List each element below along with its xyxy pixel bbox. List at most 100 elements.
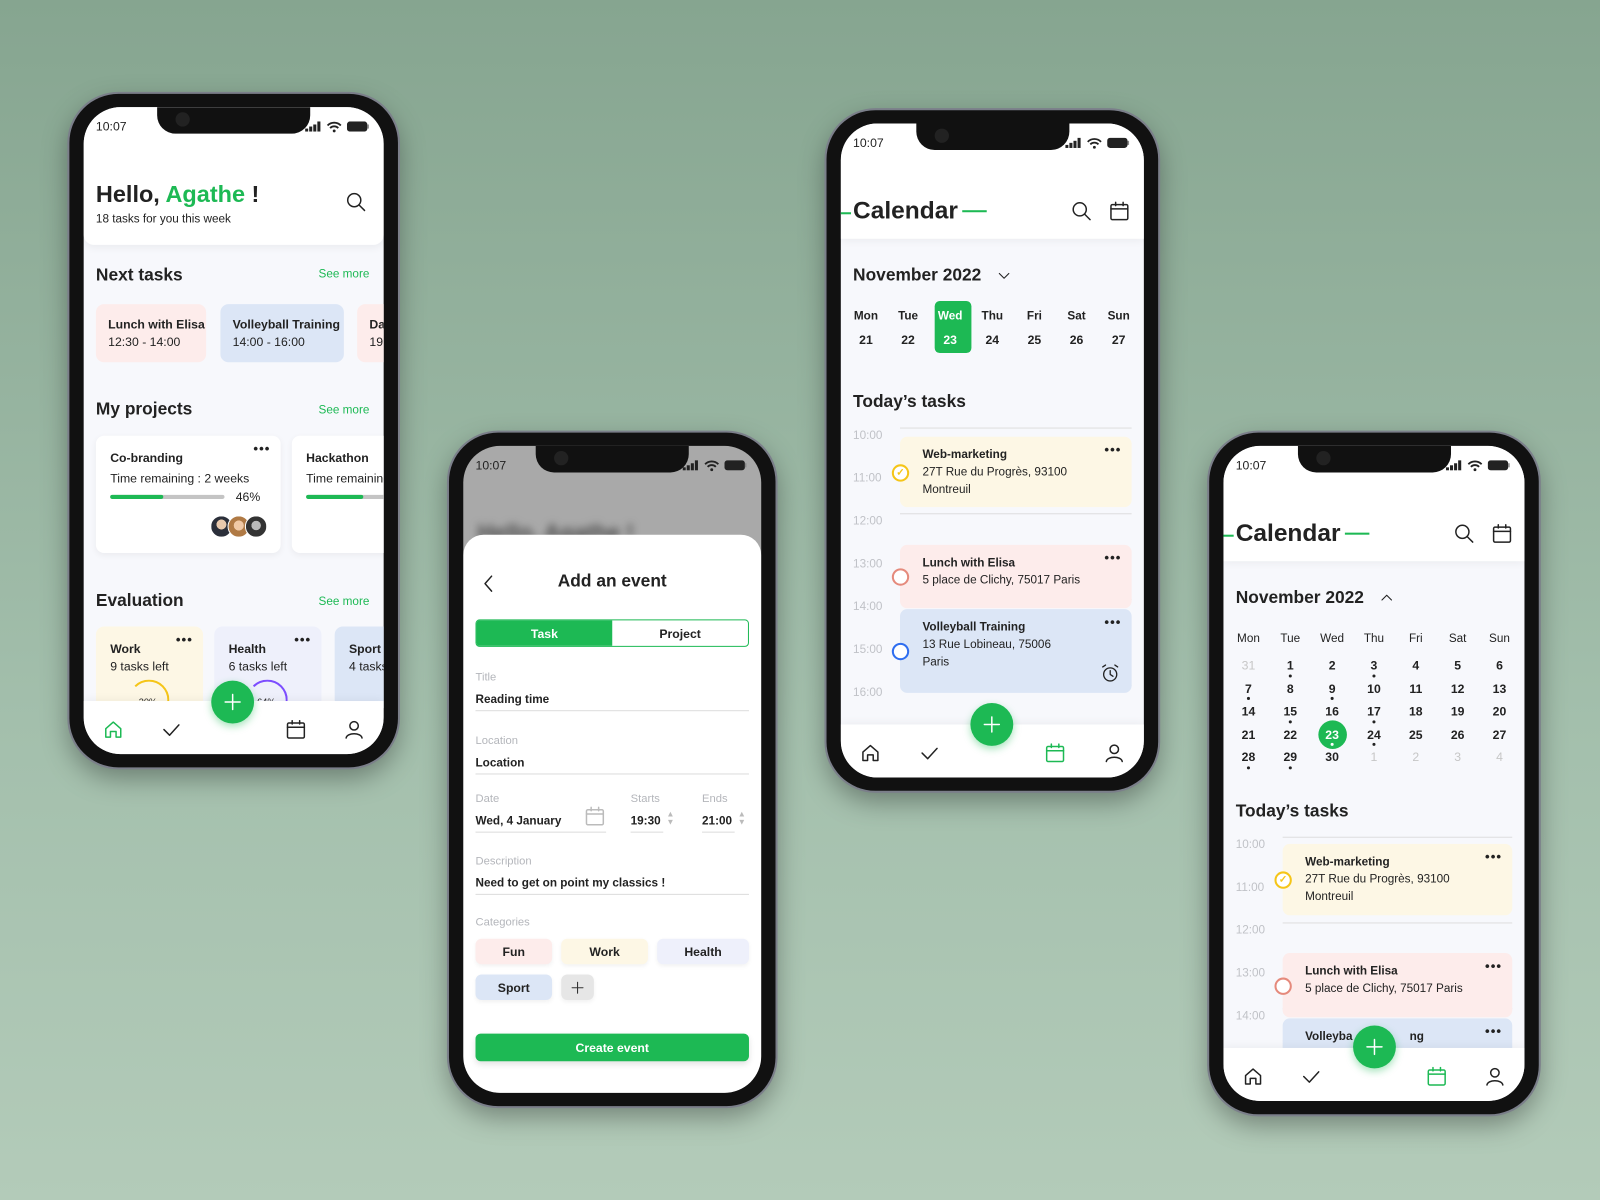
day-cell[interactable]: 24 bbox=[974, 333, 1011, 347]
project-card[interactable]: Hackathon Time remaining bbox=[291, 435, 384, 554]
next-task-card[interactable]: Da19: bbox=[357, 304, 384, 363]
day-cell[interactable]: 13 bbox=[1481, 677, 1518, 700]
create-event-button[interactable]: Create event bbox=[475, 1033, 749, 1062]
tab-task[interactable]: Task bbox=[476, 620, 613, 646]
day-cell[interactable]: 3 bbox=[1356, 654, 1393, 677]
day-cell[interactable]: 7 bbox=[1230, 677, 1267, 700]
day-cell[interactable]: 31 bbox=[1230, 654, 1267, 677]
day-cell[interactable]: 2 bbox=[1314, 654, 1351, 677]
location-input[interactable]: Location bbox=[476, 757, 525, 769]
more-options-icon[interactable]: ••• bbox=[1104, 441, 1121, 458]
day-cell[interactable]: 14 bbox=[1230, 700, 1267, 723]
see-more-link[interactable]: See more bbox=[319, 596, 370, 608]
starts-stepper[interactable]: ▲ ▼ bbox=[666, 810, 674, 826]
more-options-icon[interactable]: ••• bbox=[1485, 848, 1502, 865]
day-cell[interactable]: 25 bbox=[1397, 723, 1434, 746]
day-cell[interactable]: 4 bbox=[1397, 654, 1434, 677]
calendar-view-icon[interactable] bbox=[1491, 522, 1513, 544]
see-more-link[interactable]: See more bbox=[319, 268, 370, 280]
category-fun[interactable]: Fun bbox=[475, 938, 553, 965]
search-icon[interactable] bbox=[345, 191, 367, 213]
day-cell[interactable]: 20 bbox=[1481, 700, 1518, 723]
category-health[interactable]: Health bbox=[657, 938, 749, 965]
more-options-icon[interactable]: ••• bbox=[1485, 1022, 1502, 1039]
user-icon[interactable] bbox=[1103, 742, 1125, 764]
search-icon[interactable] bbox=[1070, 200, 1092, 222]
day-cell[interactable]: 21 bbox=[1230, 723, 1267, 746]
day-cell[interactable]: 6 bbox=[1481, 654, 1518, 677]
more-options-icon[interactable]: ••• bbox=[1104, 613, 1121, 630]
day-cell[interactable]: 1 bbox=[1356, 746, 1393, 769]
check-icon[interactable] bbox=[1300, 1065, 1322, 1087]
search-icon[interactable] bbox=[1453, 522, 1475, 544]
check-icon[interactable] bbox=[160, 718, 182, 740]
more-options-icon[interactable]: ••• bbox=[1485, 957, 1502, 974]
task-card[interactable]: ••• Volleyball Training 13 Rue Lobineau, 7… bbox=[899, 609, 1132, 693]
ends-input[interactable]: 21:00 bbox=[702, 815, 732, 827]
task-card[interactable]: ••• Lunch with Elisa 5 place de Clichy, 75… bbox=[899, 544, 1132, 609]
home-icon[interactable] bbox=[859, 742, 881, 764]
day-cell[interactable]: 8 bbox=[1272, 677, 1309, 700]
category-sport[interactable]: Sport bbox=[475, 974, 553, 1000]
title-input[interactable]: Reading time bbox=[476, 694, 550, 706]
day-cell[interactable]: 22 bbox=[1272, 723, 1309, 746]
home-icon[interactable] bbox=[1242, 1065, 1264, 1087]
more-options-icon[interactable]: ••• bbox=[1104, 549, 1121, 566]
check-icon[interactable] bbox=[918, 742, 940, 764]
calendar-icon[interactable] bbox=[285, 718, 307, 740]
user-icon[interactable] bbox=[1484, 1065, 1506, 1087]
user-icon[interactable] bbox=[343, 718, 365, 740]
day-cell[interactable]: 26 bbox=[1058, 333, 1095, 347]
add-button[interactable] bbox=[211, 680, 255, 724]
day-cell[interactable]: 3 bbox=[1439, 746, 1476, 769]
task-card[interactable]: ••• Web-marketing 27T Rue du Progrès, 9310… bbox=[1282, 843, 1513, 916]
day-cell[interactable]: 30 bbox=[1314, 746, 1351, 769]
home-icon[interactable] bbox=[102, 718, 124, 740]
calendar-icon[interactable] bbox=[1044, 742, 1066, 764]
day-cell[interactable]: 4 bbox=[1481, 746, 1518, 769]
more-options-icon[interactable]: ••• bbox=[294, 631, 311, 648]
date-input[interactable]: Wed, 4 January bbox=[476, 815, 562, 827]
calendar-view-icon[interactable] bbox=[1108, 200, 1130, 222]
day-cell[interactable]: 15 bbox=[1272, 700, 1309, 723]
day-cell[interactable]: 27 bbox=[1100, 333, 1137, 347]
more-options-icon[interactable]: ••• bbox=[176, 631, 193, 648]
completed-checkbox[interactable]: ✓ bbox=[891, 463, 910, 482]
next-task-card[interactable]: Lunch with Elisa 12:30 - 14:00 bbox=[95, 304, 207, 363]
month-selector[interactable]: November 2022 bbox=[853, 265, 1012, 285]
day-cell[interactable]: 17 bbox=[1356, 700, 1393, 723]
task-checkbox[interactable] bbox=[1274, 977, 1292, 995]
alarm-icon[interactable] bbox=[1099, 662, 1121, 684]
day-cell[interactable]: 9 bbox=[1314, 677, 1351, 700]
day-cell[interactable]: 24 bbox=[1356, 723, 1393, 746]
day-cell[interactable]: 23 bbox=[1314, 720, 1351, 749]
task-card[interactable]: ••• Web-marketing 27T Rue du Progrès, 9310… bbox=[899, 436, 1132, 508]
day-cell[interactable]: 18 bbox=[1397, 700, 1434, 723]
day-cell[interactable]: 19 bbox=[1439, 700, 1476, 723]
day-cell[interactable]: 5 bbox=[1439, 654, 1476, 677]
task-card[interactable]: ••• Lunch with Elisa 5 place de Clichy, 75… bbox=[1282, 953, 1513, 1018]
day-cell[interactable]: 10 bbox=[1356, 677, 1393, 700]
completed-checkbox[interactable]: ✓ bbox=[1274, 871, 1292, 889]
add-button[interactable] bbox=[970, 703, 1014, 746]
starts-input[interactable]: 19:30 bbox=[631, 815, 661, 827]
day-cell[interactable]: 25 bbox=[1016, 333, 1053, 347]
day-cell[interactable]: 2 bbox=[1397, 746, 1434, 769]
category-work[interactable]: Work bbox=[561, 938, 648, 965]
day-cell[interactable]: 27 bbox=[1481, 723, 1518, 746]
evaluation-card[interactable]: •••Work9 tasks left 30% bbox=[95, 626, 204, 709]
day-cell[interactable]: 21 bbox=[848, 333, 885, 347]
add-button[interactable] bbox=[1353, 1025, 1396, 1069]
day-cell[interactable]: 11 bbox=[1397, 677, 1434, 700]
day-cell[interactable]: 23 bbox=[932, 333, 969, 347]
day-cell[interactable]: 12 bbox=[1439, 677, 1476, 700]
day-cell[interactable]: 1 bbox=[1272, 654, 1309, 677]
task-checkbox[interactable] bbox=[891, 568, 910, 586]
month-selector[interactable]: November 2022 bbox=[1236, 588, 1395, 608]
task-checkbox[interactable] bbox=[891, 642, 910, 661]
more-options-icon[interactable]: ••• bbox=[253, 440, 270, 457]
tab-project[interactable]: Project bbox=[612, 620, 748, 646]
add-category-button[interactable] bbox=[561, 974, 594, 1000]
evaluation-card[interactable]: Sport4 tasks left bbox=[334, 626, 384, 709]
ends-stepper[interactable]: ▲ ▼ bbox=[738, 810, 746, 826]
